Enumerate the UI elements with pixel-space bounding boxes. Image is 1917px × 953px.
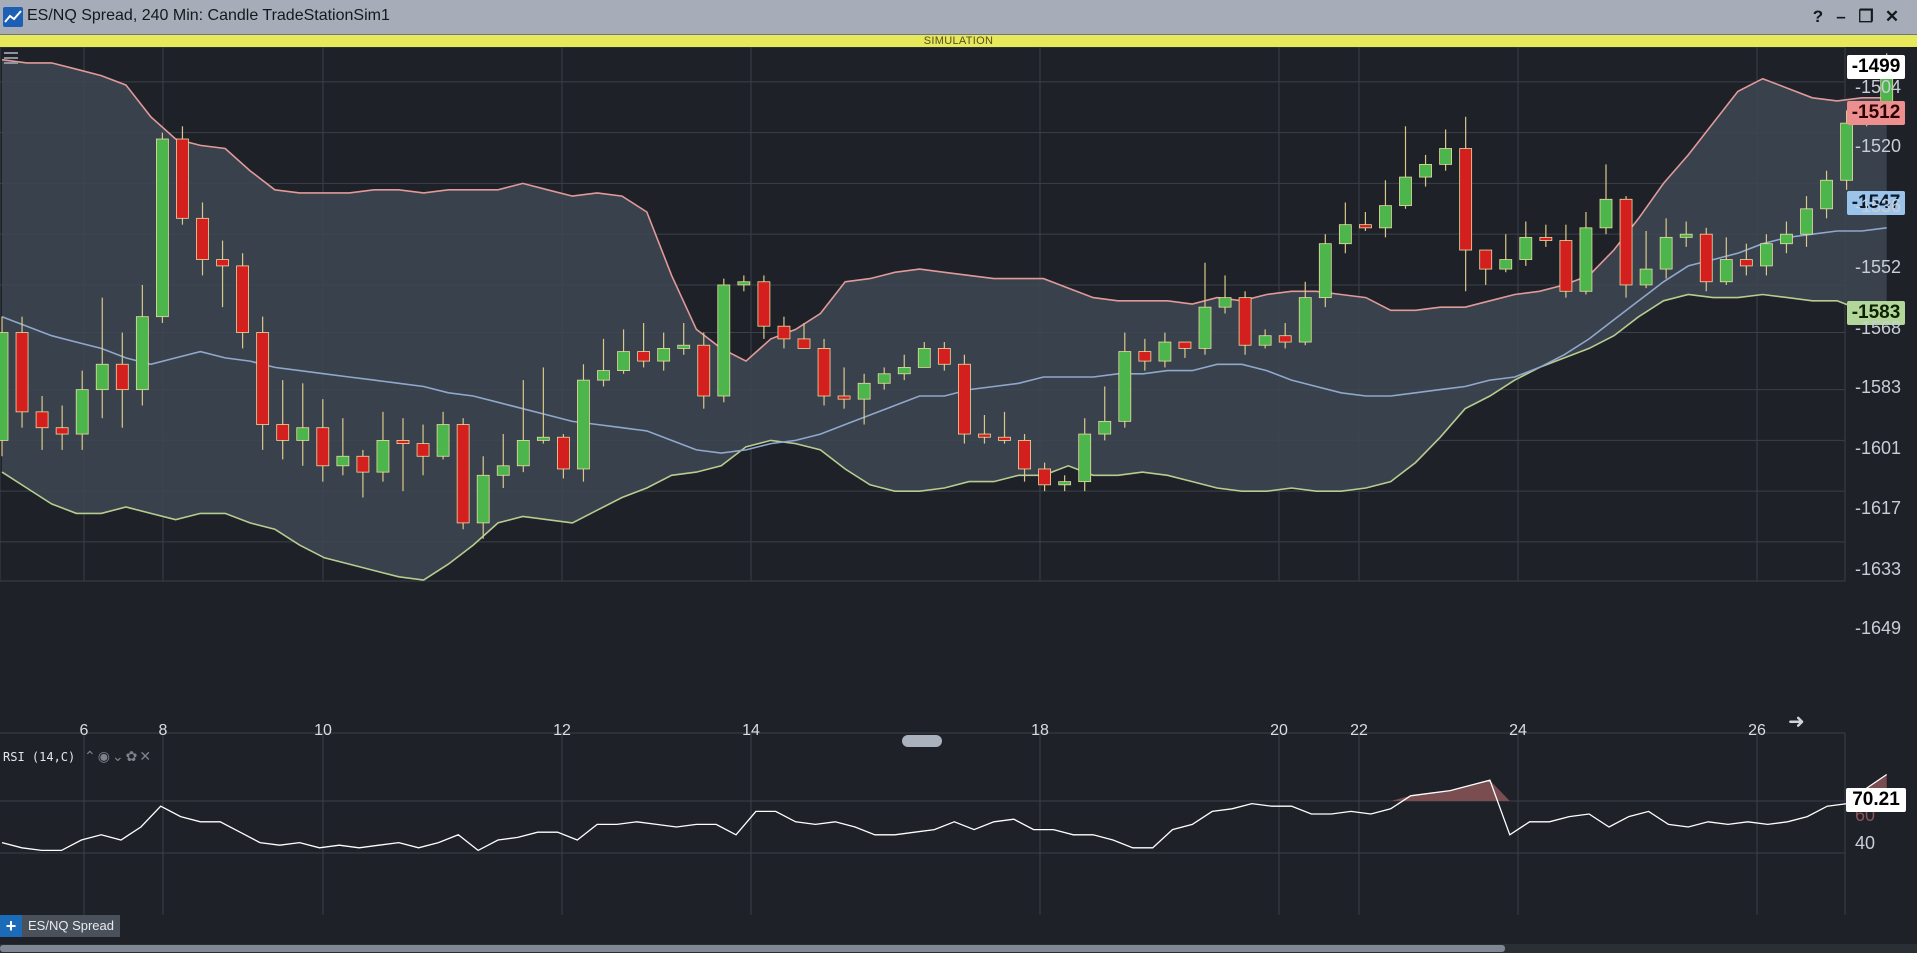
rsi-tools[interactable]: ⌃◉⌄✿✕: [84, 748, 153, 765]
date-axis-label: 20: [1270, 722, 1288, 739]
date-axis-label: 12: [553, 722, 571, 739]
rsi-overbought-fill: [2, 774, 1887, 801]
price-axis-label: -1583: [1855, 377, 1902, 397]
rsi-line: [1, 773, 1888, 852]
window-titlebar: ES/NQ Spread, 240 Min: Candle TradeStati…: [0, 0, 1917, 35]
restore-button[interactable]: ❐: [1855, 5, 1877, 29]
close-button[interactable]: ✕: [1881, 5, 1903, 29]
date-axis-label: 22: [1350, 722, 1368, 739]
plus-icon[interactable]: +: [0, 915, 22, 937]
rsi-chart[interactable]: [0, 47, 1917, 932]
arrow-right-icon[interactable]: ➜: [1788, 709, 1805, 734]
price-axis-label: -1649: [1855, 618, 1902, 638]
date-axis-label: 26: [1748, 722, 1766, 739]
rsi-value-tag: 70.21: [1846, 788, 1906, 812]
price-axis-label: -1520: [1855, 136, 1902, 156]
price-axis-label: -1568: [1855, 318, 1902, 338]
horizontal-scrollbar[interactable]: [0, 944, 1917, 953]
rsi-indicator-label: RSI (14,C): [3, 750, 76, 764]
date-axis-label: 18: [1031, 722, 1049, 739]
hamburger-menu-icon[interactable]: [4, 52, 18, 64]
date-axis-label: 10: [314, 722, 332, 739]
date-axis-label: 24: [1509, 722, 1527, 739]
price-axis-label: -1617: [1855, 498, 1902, 518]
chart-line-icon: [3, 7, 23, 27]
window-title: ES/NQ Spread, 240 Min: Candle TradeStati…: [27, 7, 390, 24]
simulation-label: SIMULATION: [923, 35, 994, 47]
horizontal-scrollbar-thumb[interactable]: [0, 945, 1505, 952]
help-button[interactable]: ?: [1807, 5, 1829, 29]
price-axis-label: -1633: [1855, 559, 1902, 579]
price-axis-label: -1536: [1855, 196, 1902, 216]
date-axis-label: 6: [79, 722, 89, 739]
bottom-bar: + ES/NQ Spread: [0, 915, 1917, 953]
simulation-banner: SIMULATION: [0, 35, 1917, 47]
chart-area[interactable]: -1499 -1512 -1547 -1583 -1504 -1520 -153…: [0, 47, 1917, 932]
symbol-tab[interactable]: + ES/NQ Spread: [0, 915, 120, 937]
minimize-button[interactable]: –: [1830, 5, 1852, 29]
price-tag-upper-band: -1512: [1847, 101, 1905, 125]
price-axis-label: -1601: [1855, 438, 1902, 458]
date-axis-label: 8: [158, 722, 168, 739]
rsi-axis-label-40: 40: [1855, 833, 1876, 853]
symbol-tab-label[interactable]: ES/NQ Spread: [22, 915, 120, 937]
date-axis-label: 14: [742, 722, 760, 739]
price-axis-label: -1552: [1855, 257, 1902, 277]
price-axis-label: -1504: [1855, 77, 1902, 97]
pane-splitter-handle[interactable]: [902, 735, 942, 747]
price-tag-last: -1499: [1847, 55, 1905, 79]
